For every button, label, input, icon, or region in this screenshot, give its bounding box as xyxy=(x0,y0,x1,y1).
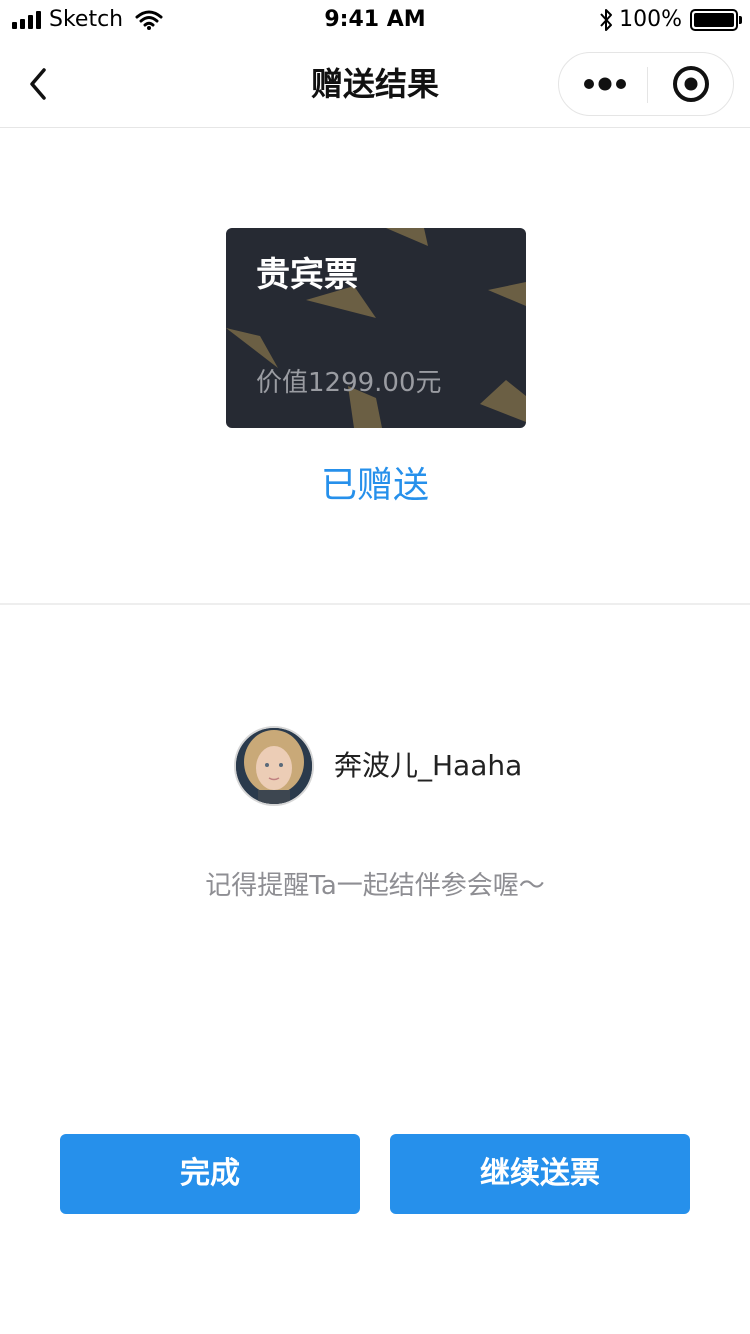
recipient-name: 奔波儿_Haaha xyxy=(334,749,523,782)
reminder-text: 记得提醒Ta一起结伴参会喔～ xyxy=(205,871,545,901)
more-dots-icon xyxy=(584,77,626,91)
target-circle-icon xyxy=(673,66,709,102)
battery-icon xyxy=(690,9,742,31)
close-mini-program-button[interactable] xyxy=(648,53,734,115)
mini-program-capsule xyxy=(558,52,734,116)
done-button[interactable]: 完成 xyxy=(60,1134,360,1214)
ticket-name: 贵宾票 xyxy=(256,255,358,295)
continue-gifting-button[interactable]: 继续送票 xyxy=(390,1134,690,1214)
battery-percentage: 100% xyxy=(619,7,682,32)
status-bar: Sketch 9:41 AM 100% xyxy=(0,0,750,40)
ticket-card: 贵宾票 价值1299.00元 xyxy=(226,228,526,428)
gift-status-label: 已赠送 xyxy=(320,465,429,506)
nav-bar: 赠送结果 xyxy=(0,40,750,128)
recipient-info: 奔波儿_Haaha xyxy=(234,726,522,806)
section-divider xyxy=(0,603,750,605)
avatar xyxy=(234,726,314,806)
ticket-value: 价值1299.00元 xyxy=(256,368,442,398)
more-button[interactable] xyxy=(559,53,647,115)
bluetooth-icon xyxy=(600,9,613,31)
